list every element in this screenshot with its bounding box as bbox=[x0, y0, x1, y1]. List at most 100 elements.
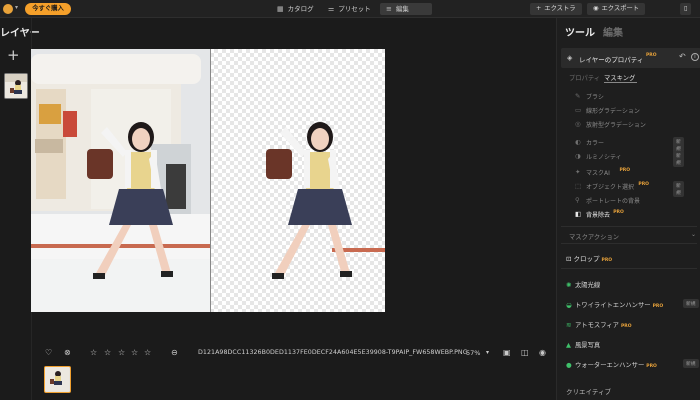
landscape-icon: ▲ bbox=[566, 341, 571, 349]
tool-group-sun[interactable]: ✺ 太陽光線 bbox=[566, 280, 600, 289]
tab-preset-label: プリセット bbox=[338, 5, 371, 13]
panel-toggle-button[interactable]: ▯ bbox=[680, 3, 692, 15]
mask-tool-label: ルミノシティ bbox=[586, 154, 622, 161]
divider bbox=[561, 243, 697, 244]
tab-masking[interactable]: マスキング bbox=[604, 73, 635, 82]
reject-icon[interactable]: ⊗ bbox=[64, 348, 71, 358]
edit-icon: ≡ bbox=[386, 5, 392, 13]
pro-badge: PRO bbox=[638, 182, 649, 187]
portrait-bg-icon: ⚲ bbox=[575, 196, 580, 204]
divider bbox=[561, 226, 697, 227]
pro-badge: PRO bbox=[601, 258, 613, 263]
chevron-down-icon[interactable]: ⌄ bbox=[691, 231, 696, 238]
mask-tool-label: マスクAI bbox=[586, 170, 610, 177]
layer-properties-header[interactable]: ◈ レイヤーのプロパティ PRO ↶ i bbox=[561, 48, 700, 68]
info-icon[interactable]: i bbox=[691, 53, 699, 61]
filmstrip-thumbnail-image bbox=[45, 367, 69, 391]
object-select-icon: ⬚ bbox=[575, 182, 582, 190]
brush-icon: ✎ bbox=[575, 92, 581, 100]
mask-tool-label: 背景除去 bbox=[586, 212, 611, 219]
pro-badge: PRO bbox=[619, 168, 631, 173]
tab-properties[interactable]: プロパティ bbox=[569, 73, 600, 82]
radial-gradient-icon: ◎ bbox=[575, 120, 581, 128]
crop-tool[interactable]: ⊡ クロップ PRO bbox=[566, 253, 612, 263]
tool-group-atmosphere[interactable]: ≋ アトモスフィア PRO bbox=[566, 320, 632, 329]
tool-group-label: 風景写真 bbox=[575, 342, 601, 349]
luminosity-icon: ◑ bbox=[575, 152, 581, 160]
mask-tool-label: 線形グラデーション bbox=[586, 108, 640, 115]
pro-badge: PRO bbox=[646, 53, 657, 58]
tool-group-twilight[interactable]: ◒ トワイライトエンハンサー PRO 新規 bbox=[566, 299, 699, 309]
preset-icon: ⚌ bbox=[328, 5, 335, 13]
bg-remove-icon: ◧ bbox=[575, 210, 582, 218]
star-2-icon[interactable]: ☆ bbox=[104, 348, 111, 358]
person-figure-cutout bbox=[266, 122, 352, 279]
layer-thumbnail[interactable] bbox=[4, 73, 28, 99]
chevron-down-icon[interactable]: ▾ bbox=[15, 4, 18, 11]
export-button[interactable]: ◉ エクスポート bbox=[587, 3, 646, 15]
crop-icon: ⊡ bbox=[566, 255, 572, 263]
mask-tool-label: ブラシ bbox=[586, 94, 604, 101]
pro-badge: PRO bbox=[646, 364, 657, 369]
bottom-toolbar: ♡ ⊗ ☆ ☆ ☆ ☆ ☆ ⊖ D121A98DCC11326B0DED1137… bbox=[31, 346, 555, 362]
buy-now-button[interactable]: 今すぐ購入 bbox=[25, 3, 71, 15]
undo-icon[interactable]: ↶ bbox=[679, 52, 686, 61]
file-name: D121A98DCC11326B0DED1137FE0DECF24A604E5E… bbox=[198, 349, 468, 356]
original-photo-image bbox=[31, 49, 210, 312]
app-logo-icon[interactable] bbox=[3, 4, 13, 14]
color-label-icon[interactable]: ⊖ bbox=[171, 348, 178, 358]
zoom-level[interactable]: 57% bbox=[466, 349, 480, 357]
compare-view-icon[interactable]: ▣ bbox=[503, 348, 511, 358]
layer-thumbnail-image bbox=[5, 74, 27, 98]
add-layer-button[interactable]: + bbox=[7, 48, 20, 63]
linear-gradient-icon: ▭ bbox=[575, 106, 582, 114]
tool-group-label: ウォーターエンハンサー bbox=[575, 362, 645, 369]
pro-badge: PRO bbox=[652, 304, 664, 309]
creative-section-header[interactable]: クリエイティブ bbox=[566, 386, 611, 396]
pro-badge: PRO bbox=[613, 210, 624, 215]
edit-title[interactable]: 編集 bbox=[603, 24, 623, 39]
star-1-icon[interactable]: ☆ bbox=[90, 348, 97, 358]
tool-group-landscape[interactable]: ▲ 風景写真 bbox=[566, 340, 600, 349]
mask-ai-icon: ✦ bbox=[575, 168, 581, 176]
compare-split-line[interactable] bbox=[210, 49, 211, 312]
active-tab-indicator bbox=[604, 82, 637, 83]
tab-preset[interactable]: ⚌ プリセット bbox=[322, 3, 377, 15]
tools-title[interactable]: ツール bbox=[565, 24, 595, 39]
star-4-icon[interactable]: ☆ bbox=[131, 348, 138, 358]
star-3-icon[interactable]: ☆ bbox=[118, 348, 125, 358]
star-5-icon[interactable]: ☆ bbox=[144, 348, 151, 358]
new-badge: 新規 bbox=[673, 151, 684, 167]
layer-properties-label: レイヤーのプロパティ bbox=[579, 56, 644, 64]
extras-label: エクストラ bbox=[544, 5, 576, 12]
sun-icon: ✺ bbox=[566, 281, 572, 289]
tab-edit[interactable]: ≡ 編集 bbox=[380, 3, 432, 15]
new-badge: 新規 bbox=[683, 359, 699, 368]
mask-tool-label: ポートレートの背景 bbox=[586, 198, 641, 205]
extras-button[interactable]: + エクストラ bbox=[530, 3, 582, 15]
tool-group-label: 太陽光線 bbox=[575, 282, 601, 289]
tool-group-label: アトモスフィア bbox=[575, 322, 619, 329]
tab-catalog[interactable]: ▦ カタログ bbox=[271, 3, 320, 15]
tool-group-water[interactable]: ● ウォーターエンハンサー PRO 新規 bbox=[566, 359, 699, 369]
plus-icon: + bbox=[536, 5, 542, 12]
right-panel: ツール 編集 ◈ レイヤーのプロパティ PRO ↶ i プロパティ マスキング … bbox=[556, 18, 700, 400]
layers-title: レイヤー bbox=[0, 28, 40, 39]
water-icon: ● bbox=[566, 361, 572, 369]
split-view-icon[interactable]: ◫ bbox=[521, 348, 529, 358]
tool-group-label: トワイライトエンハンサー bbox=[575, 302, 651, 309]
filmstrip-thumbnail[interactable] bbox=[44, 366, 71, 393]
image-canvas[interactable] bbox=[31, 49, 385, 312]
pro-badge: PRO bbox=[620, 324, 632, 329]
layers-stack-icon: ◈ bbox=[567, 54, 573, 62]
export-icon: ◉ bbox=[593, 5, 599, 12]
heart-icon[interactable]: ♡ bbox=[45, 348, 52, 358]
zoom-chevron-icon[interactable]: ▾ bbox=[486, 348, 489, 358]
export-label: エクスポート bbox=[601, 5, 640, 12]
preview-eye-icon[interactable]: ◉ bbox=[539, 348, 546, 358]
catalog-icon: ▦ bbox=[277, 5, 284, 13]
new-badge: 新規 bbox=[683, 299, 699, 308]
divider bbox=[561, 268, 697, 269]
mask-action-header[interactable]: マスクアクション bbox=[569, 232, 619, 241]
background-removed-preview bbox=[210, 49, 385, 312]
